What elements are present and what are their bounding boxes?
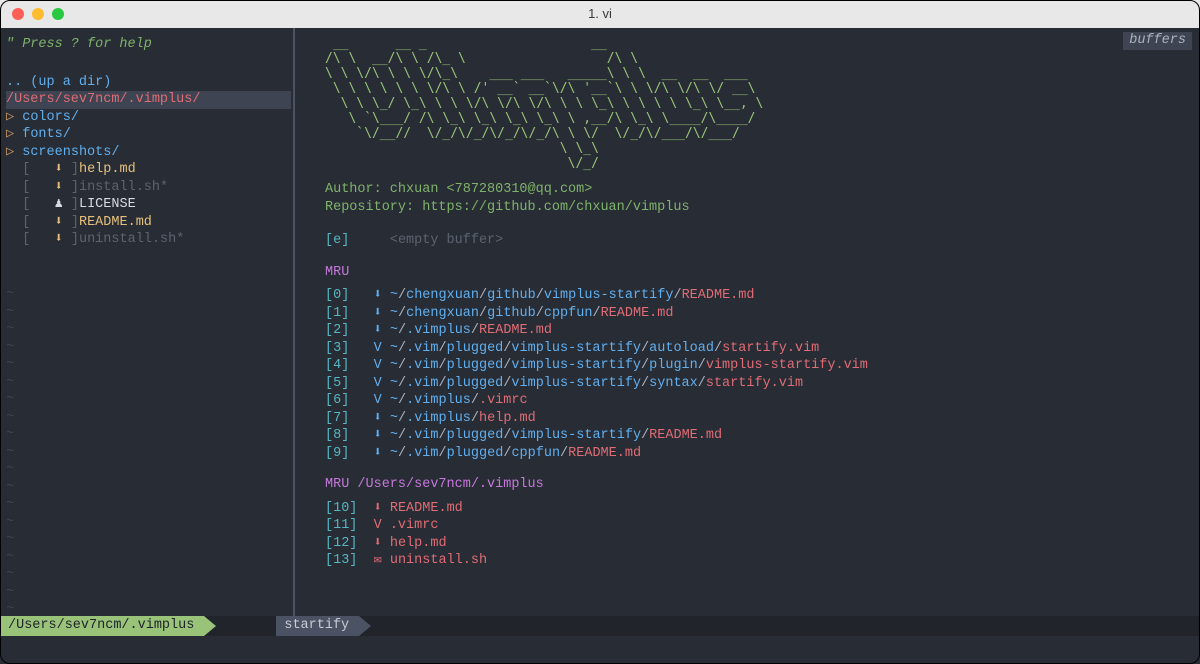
mru-filename: .vimrc [479,393,528,408]
chevron-right-icon: ▷ [6,127,22,142]
mru-item[interactable]: [4] V ~/.vim/plugged/vimplus-startify/pl… [325,357,1200,375]
mru-header: MRU [325,264,1200,282]
tree-file[interactable]: [ ⬇ ]install.sh* [6,179,291,197]
mru-filename: uninstall.sh [390,553,487,568]
mru-item[interactable]: [12] ⬇ help.md [325,535,1200,553]
folder-name: screenshots/ [22,145,119,160]
file-icon: ⬇ [374,306,382,321]
status-left: /Users/sev7ncm/.vimplus [0,616,204,636]
empty-key: [e] [325,233,349,248]
mru-item[interactable]: [11] V .vimrc [325,517,1200,535]
mru-filename: help.md [390,536,447,551]
mru-filename: README.md [601,306,674,321]
file-icon: ⬇ [374,411,382,426]
tree-dir[interactable]: ▷ fonts/ [6,126,291,144]
file-icon: ⬇ [374,536,382,551]
file-icon: ⬇ [374,323,382,338]
window-titlebar: 1. vi [0,0,1200,28]
file-icon: ⬇ [55,162,63,177]
window-title: 1. vi [0,5,1200,23]
mru-local-header: MRU /Users/sev7ncm/.vimplus [325,476,1200,494]
mru-local-list: [10] ⬇ README.md[11] V .vimrc[12] ⬇ help… [325,500,1200,570]
mru-item[interactable]: [1] ⬇ ~/chengxuan/github/cppfun/README.m… [325,305,1200,323]
file-icon: V [374,341,382,356]
file-name: install.sh* [79,180,168,195]
file-name: uninstall.sh* [79,232,184,247]
file-icon: V [374,358,382,373]
mru-filename: README.md [568,446,641,461]
mru-item[interactable]: [5] V ~/.vim/plugged/vimplus-startify/sy… [325,375,1200,393]
file-icon: ⬇ [55,180,63,195]
repo-line: Repository: https://github.com/chxuan/vi… [325,199,1200,217]
mru-filename: .vimrc [390,518,439,533]
mru-filename: README.md [479,323,552,338]
folder-name: fonts/ [22,127,71,142]
file-icon: ✉ [374,553,382,568]
file-icon: ⬇ [55,232,63,247]
file-icon: ⬇ [374,446,382,461]
empty-buffer-row[interactable]: [e] <empty buffer> [325,232,1200,250]
up-dir[interactable]: .. (up a dir) [6,74,291,92]
tree-dir[interactable]: ▷ colors/ [6,109,291,127]
file-icon: ♟ [55,197,63,212]
empty-label: <empty buffer> [390,233,503,248]
nerdtree-pane[interactable]: " Press ? for help .. (up a dir) /Users/… [0,28,295,636]
author-line: Author: chxuan <787280310@qq.com> [325,181,1200,199]
mru-filename: vimplus-startify.vim [706,358,868,373]
status-bar: /Users/sev7ncm/.vimplus startify [0,616,1200,636]
current-path[interactable]: /Users/sev7ncm/.vimplus/ [6,91,291,109]
mru-item[interactable]: [0] ⬇ ~/chengxuan/github/vimplus-startif… [325,287,1200,305]
chevron-right-icon: ▷ [6,110,22,125]
mru-filename: startify.vim [722,341,819,356]
chevron-right-icon: ▷ [6,145,22,160]
mru-list: [0] ⬇ ~/chengxuan/github/vimplus-startif… [325,287,1200,462]
tree-file[interactable]: [ ♟ ]LICENSE [6,196,291,214]
powerline-arrow-icon [204,616,216,636]
file-name: LICENSE [79,197,136,212]
powerline-arrow-icon [359,616,371,636]
file-name: help.md [79,162,136,177]
file-name: README.md [79,215,152,230]
tree-file[interactable]: [ ⬇ ]uninstall.sh* [6,231,291,249]
file-icon: V [374,393,382,408]
mru-item[interactable]: [13] ✉ uninstall.sh [325,552,1200,570]
mru-filename: README.md [649,428,722,443]
file-icon: ⬇ [374,501,382,516]
tilde-column: ~~~~~~~~~~~~~~~~~~~~ [6,286,14,636]
mru-filename: README.md [390,501,463,516]
mru-item[interactable]: [10] ⬇ README.md [325,500,1200,518]
help-hint: " Press ? for help [6,36,291,54]
mru-item[interactable]: [6] V ~/.vimplus/.vimrc [325,392,1200,410]
mru-filename: startify.vim [706,376,803,391]
buffers-label[interactable]: buffers [1123,32,1192,50]
file-icon: V [374,376,382,391]
file-icon: ⬇ [55,215,63,230]
tree-file[interactable]: [ ⬇ ]help.md [6,161,291,179]
ascii-logo: __ __ _ __ /\ \ __/\ \ /\_ \ /\ \ \ \ \/… [325,36,1200,171]
file-icon: ⬇ [374,428,382,443]
status-right: startify [276,616,359,636]
tree-file[interactable]: [ ⬇ ]README.md [6,214,291,232]
tree-dir[interactable]: ▷ screenshots/ [6,144,291,162]
file-icon: ⬇ [374,288,382,303]
mru-item[interactable]: [9] ⬇ ~/.vim/plugged/cppfun/README.md [325,445,1200,463]
file-icon: V [374,518,382,533]
mru-item[interactable]: [2] ⬇ ~/.vimplus/README.md [325,322,1200,340]
mru-filename: help.md [479,411,536,426]
mru-item[interactable]: [7] ⬇ ~/.vimplus/help.md [325,410,1200,428]
mru-item[interactable]: [8] ⬇ ~/.vim/plugged/vimplus-startify/RE… [325,427,1200,445]
mru-filename: README.md [682,288,755,303]
mru-item[interactable]: [3] V ~/.vim/plugged/vimplus-startify/au… [325,340,1200,358]
startify-pane[interactable]: __ __ _ __ /\ \ __/\ \ /\_ \ /\ \ \ \ \/… [295,28,1200,636]
folder-name: colors/ [22,110,79,125]
